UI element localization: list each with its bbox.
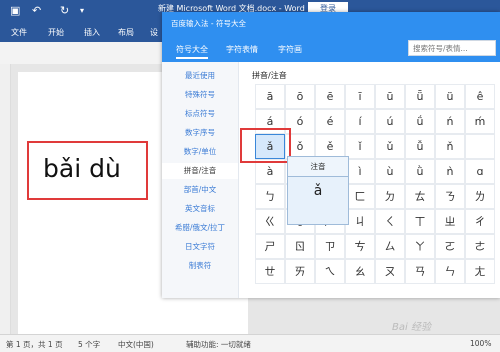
symbol-cell[interactable]: ī (345, 84, 375, 109)
symbol-cell[interactable] (465, 134, 495, 159)
symbol-cell[interactable]: ǔ (375, 134, 405, 159)
symbol-cell[interactable]: ǘ (405, 109, 435, 134)
symbol-cell[interactable]: ǐ (345, 134, 375, 159)
symbol-cell[interactable]: ㄑ (375, 209, 405, 234)
symbol-cell[interactable]: ㄌ (465, 184, 495, 209)
symbol-cell[interactable]: ㄗ (315, 234, 345, 259)
category-item[interactable]: 拼音/注音 (162, 163, 238, 179)
symbol-cell[interactable]: ㄘ (345, 234, 375, 259)
symbol-cell[interactable]: ㄒ (405, 209, 435, 234)
symbol-cell[interactable]: ㄜ (465, 234, 495, 259)
category-item[interactable]: 数字序号 (162, 125, 238, 141)
category-item[interactable]: 部首/中文 (162, 182, 238, 198)
symbol-cell[interactable]: ǖ (405, 84, 435, 109)
symbol-cell[interactable]: ü (435, 84, 465, 109)
symbol-cell[interactable]: ǹ (435, 159, 465, 184)
word-count[interactable]: 5 个字 (78, 339, 100, 350)
symbol-cell[interactable]: ㄖ (285, 234, 315, 259)
symbol-cell[interactable]: ㄟ (315, 259, 345, 284)
symbol-cell[interactable]: ň (435, 134, 465, 159)
symbol-cell[interactable]: ê (465, 84, 495, 109)
symbol-cell[interactable]: ù (375, 159, 405, 184)
tab-ascii-art[interactable]: 字符画 (278, 44, 302, 55)
category-item[interactable]: 日文字符 (162, 239, 238, 255)
symbol-cell[interactable]: ē (315, 84, 345, 109)
zoom-level[interactable]: 100% (470, 339, 491, 348)
document-text[interactable]: bǎi dù (43, 154, 121, 183)
symbol-cell[interactable]: ǜ (405, 159, 435, 184)
symbol-cell[interactable]: ǚ (405, 134, 435, 159)
tab-design[interactable]: 设 (150, 27, 158, 38)
symbol-cell[interactable]: ㄛ (435, 234, 465, 259)
customize-qat-icon[interactable]: ▾ (80, 6, 84, 15)
symbol-cell[interactable]: ú (375, 109, 405, 134)
category-item[interactable]: 标点符号 (162, 106, 238, 122)
symbol-cell[interactable]: ń (435, 109, 465, 134)
symbol-cell[interactable]: í (345, 109, 375, 134)
category-item[interactable]: 制表符 (162, 258, 238, 274)
category-item[interactable]: 希腊/俄文/拉丁 (162, 220, 238, 236)
symbol-cell[interactable]: ā (255, 84, 285, 109)
symbol-cell[interactable]: ì (345, 159, 375, 184)
tooltip-char: ǎ (313, 183, 323, 199)
symbol-cell[interactable]: ㄣ (435, 259, 465, 284)
symbol-cell[interactable]: ㄈ (345, 184, 375, 209)
status-bar: 第 1 页，共 1 页 5 个字 中文(中国) 辅助功能: 一切就绪 100% (0, 334, 500, 352)
tooltip-title: 注音 (288, 157, 348, 177)
watermark: Bai 经验 (392, 322, 431, 333)
undo-icon[interactable]: ↶ (32, 4, 41, 17)
symbol-cell[interactable]: ㄢ (405, 259, 435, 284)
symbol-cell[interactable]: ㄚ (405, 234, 435, 259)
symbol-tooltip: 注音 ǎ (287, 156, 349, 225)
tab-emoticons[interactable]: 字符表情 (226, 44, 258, 55)
symbol-cell[interactable]: ㄡ (375, 259, 405, 284)
symbol-cell[interactable]: ㄝ (255, 259, 285, 284)
symbol-cell[interactable]: ɑ (465, 159, 495, 184)
vertical-ruler (0, 64, 11, 334)
symbol-cell[interactable]: ㄍ (255, 209, 285, 234)
symbol-cell[interactable]: ㄔ (465, 209, 495, 234)
category-item[interactable]: 英文音标 (162, 201, 238, 217)
symbol-cell[interactable]: ō (285, 84, 315, 109)
symbol-cell[interactable]: ㄐ (345, 209, 375, 234)
category-item[interactable]: 数字/单位 (162, 144, 238, 160)
symbol-cell[interactable]: ㄤ (465, 259, 495, 284)
search-input[interactable] (408, 40, 496, 56)
symbol-cell[interactable]: é (315, 109, 345, 134)
symbol-cell[interactable]: ㄅ (255, 184, 285, 209)
symbol-cell[interactable]: ㄞ (285, 259, 315, 284)
symbol-cell[interactable]: ㄕ (255, 234, 285, 259)
dialog-title: 百度输入法 - 符号大全 (171, 19, 246, 28)
pinyin-text-box[interactable]: bǎi dù (27, 141, 148, 200)
symbol-cell[interactable]: ㄠ (345, 259, 375, 284)
category-item[interactable]: 特殊符号 (162, 87, 238, 103)
tab-symbols[interactable]: 符号大全 (176, 44, 208, 59)
symbol-cell[interactable]: ㄙ (375, 234, 405, 259)
symbol-cell[interactable]: ㄋ (435, 184, 465, 209)
selected-highlight (240, 128, 291, 163)
category-item[interactable]: 最近使用 (162, 68, 238, 84)
dialog-header: 百度输入法 - 符号大全 符号大全 字符表情 字符画 (162, 12, 500, 62)
symbol-cell[interactable]: ㄊ (405, 184, 435, 209)
tab-home[interactable]: 开始 (48, 27, 64, 38)
page-count[interactable]: 第 1 页，共 1 页 (6, 339, 63, 350)
symbol-cell[interactable]: ㄓ (435, 209, 465, 234)
symbol-cell[interactable]: ḿ (465, 109, 495, 134)
tab-insert[interactable]: 插入 (84, 27, 100, 38)
symbol-cell[interactable]: ㄉ (375, 184, 405, 209)
save-icon[interactable]: ▣ (10, 4, 20, 17)
language[interactable]: 中文(中国) (118, 339, 154, 350)
accessibility-status[interactable]: 辅助功能: 一切就绪 (186, 339, 251, 350)
tab-file[interactable]: 文件 (11, 27, 27, 38)
symbol-cell[interactable]: ū (375, 84, 405, 109)
tab-layout[interactable]: 布局 (118, 27, 134, 38)
panel-title: 拼音/注音 (252, 71, 287, 80)
redo-icon[interactable]: ↻ (60, 4, 69, 17)
category-sidebar: 最近使用特殊符号标点符号数字序号数字/单位拼音/注音部首/中文英文音标希腊/俄文… (162, 62, 239, 298)
